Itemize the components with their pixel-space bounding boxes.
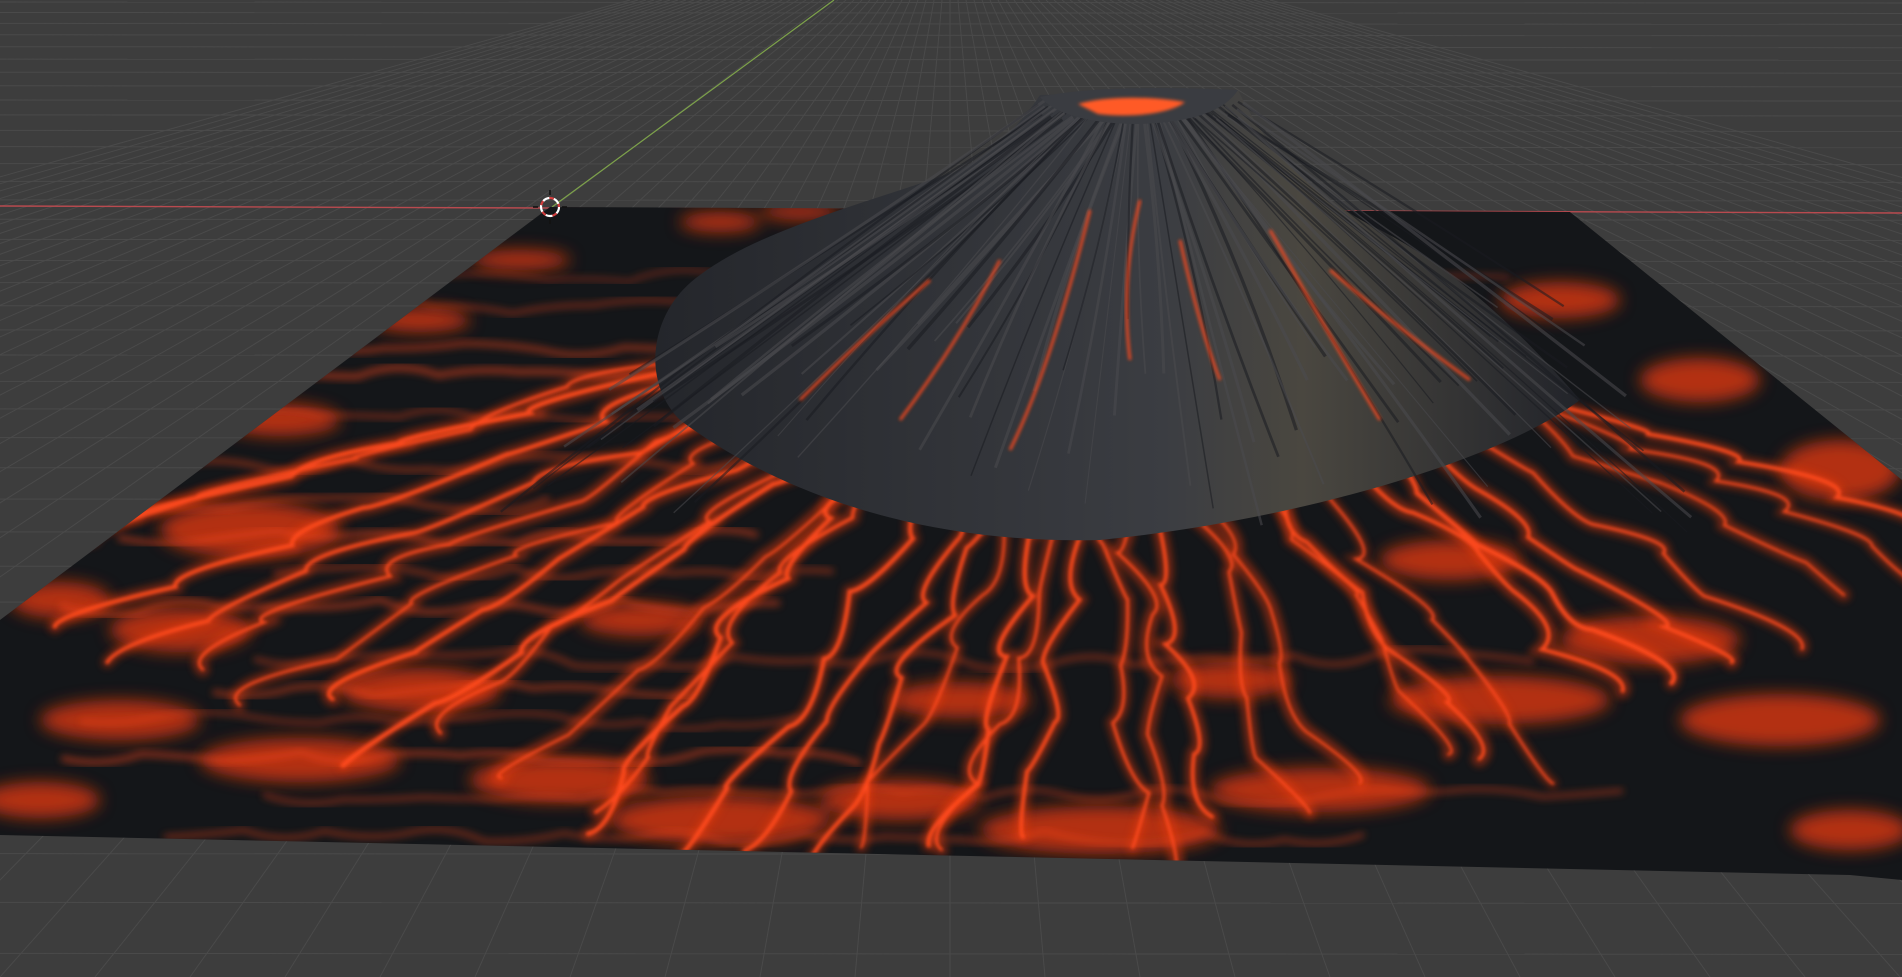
3d-viewport[interactable] <box>0 0 1902 977</box>
viewport-canvas[interactable] <box>0 0 1902 977</box>
